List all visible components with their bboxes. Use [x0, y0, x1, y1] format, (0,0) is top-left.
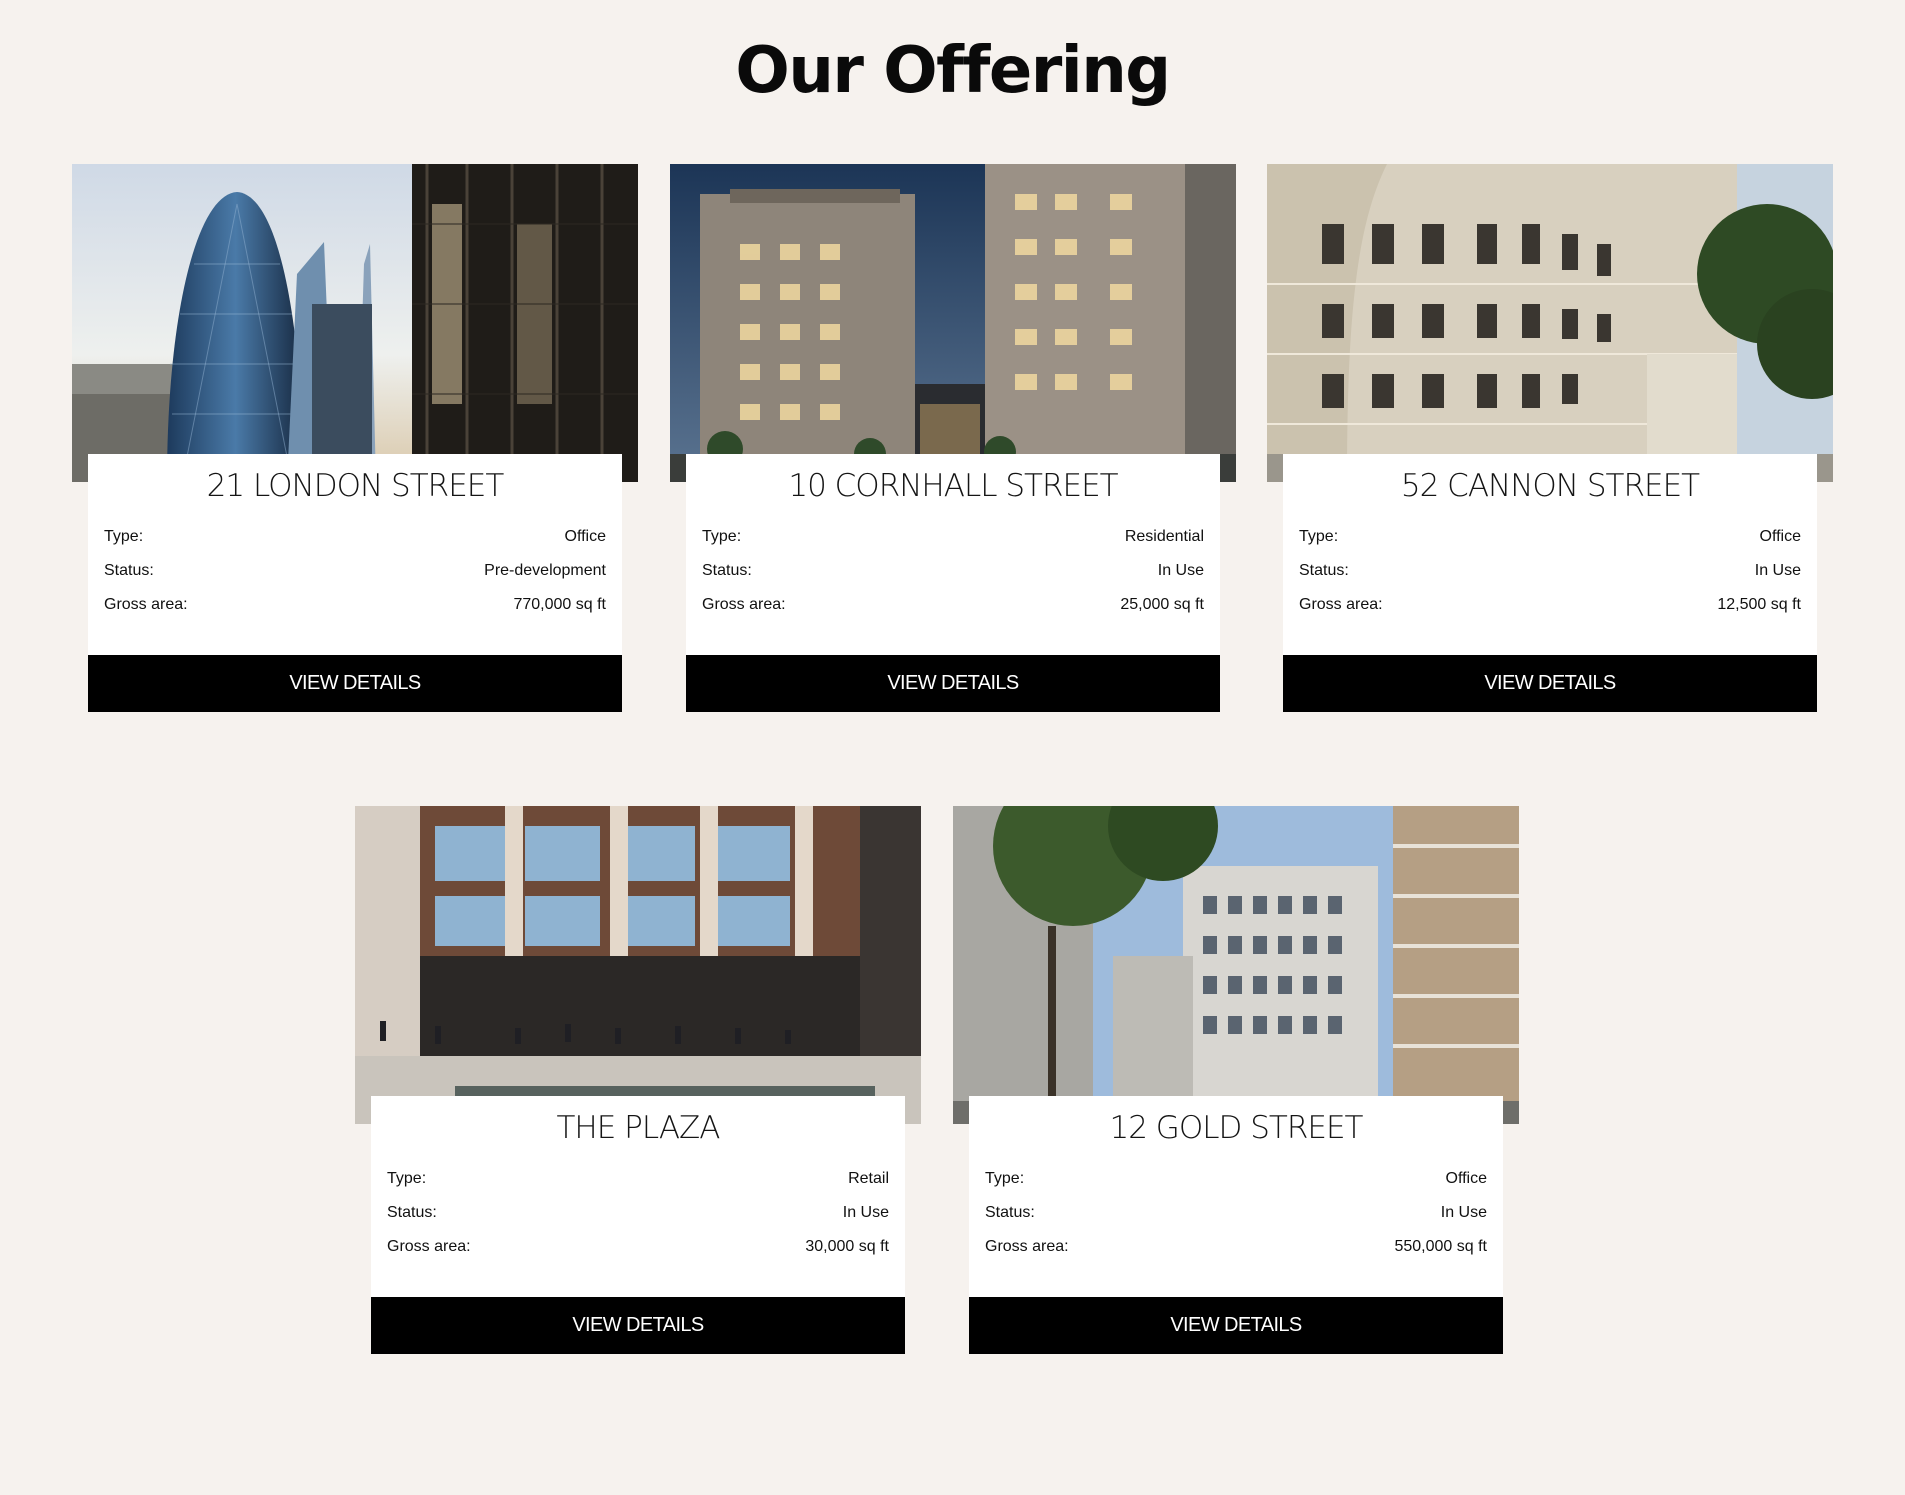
spec-label: Status:: [387, 1204, 437, 1221]
spec-label: Gross area:: [1299, 596, 1383, 613]
spec-row-status: Status: In Use: [702, 560, 1204, 582]
spec-label: Status:: [985, 1204, 1035, 1221]
spec-row-gross-area: Gross area: 30,000 sq ft: [387, 1236, 889, 1258]
spec-label: Type:: [104, 528, 144, 545]
view-details-button[interactable]: VIEW DETAILS: [969, 1297, 1503, 1354]
spec-value: In Use: [1440, 1204, 1487, 1221]
spec-label: Type:: [1299, 528, 1339, 545]
spec-label: Gross area:: [702, 596, 786, 613]
property-card: 52 CANNON STREET Type: Office Status: In…: [1267, 164, 1833, 712]
spec-value: Residential: [1124, 528, 1204, 545]
spec-label: Type:: [702, 528, 742, 545]
property-name: 21 LONDON STREET: [206, 468, 505, 504]
spec-value: 25,000 sq ft: [1120, 596, 1204, 613]
property-image-office-plaza[interactable]: [355, 806, 921, 1124]
view-details-button[interactable]: VIEW DETAILS: [88, 655, 622, 712]
spec-value: In Use: [842, 1204, 889, 1221]
property-panel: 52 CANNON STREET Type: Office Status: In…: [1283, 454, 1817, 712]
spec-value: Office: [1759, 528, 1802, 545]
spec-value: Pre-development: [484, 562, 606, 579]
property-card: 12 GOLD STREET Type: Office Status: In U…: [953, 806, 1519, 1354]
property-panel: 12 GOLD STREET Type: Office Status: In U…: [969, 1096, 1503, 1354]
spec-row-status: Status: Pre-development: [104, 560, 606, 582]
spec-row-status: Status: In Use: [387, 1202, 889, 1224]
view-details-button[interactable]: VIEW DETAILS: [371, 1297, 905, 1354]
property-panel: THE PLAZA Type: Retail Status: In Use Gr…: [371, 1096, 905, 1354]
spec-row-gross-area: Gross area: 12,500 sq ft: [1299, 594, 1801, 616]
property-card: THE PLAZA Type: Retail Status: In Use Gr…: [355, 806, 921, 1354]
spec-value: 30,000 sq ft: [805, 1238, 889, 1255]
spec-value: 550,000 sq ft: [1394, 1238, 1487, 1255]
property-name: 52 CANNON STREET: [1400, 468, 1700, 504]
property-panel: 10 CORNHALL STREET Type: Residential Sta…: [686, 454, 1220, 712]
spec-row-gross-area: Gross area: 770,000 sq ft: [104, 594, 606, 616]
property-image-city-skyline[interactable]: [72, 164, 638, 482]
property-card: 21 LONDON STREET Type: Office Status: Pr…: [72, 164, 638, 712]
spec-row-status: Status: In Use: [1299, 560, 1801, 582]
spec-value: Office: [564, 528, 607, 545]
spec-row-gross-area: Gross area: 550,000 sq ft: [985, 1236, 1487, 1258]
spec-row-type: Type: Retail: [387, 1168, 889, 1190]
spec-label: Status:: [702, 562, 752, 579]
spec-row-gross-area: Gross area: 25,000 sq ft: [702, 594, 1204, 616]
view-details-button[interactable]: VIEW DETAILS: [1283, 655, 1817, 712]
spec-value: Office: [1445, 1170, 1488, 1187]
spec-label: Gross area:: [985, 1238, 1069, 1255]
spec-label: Gross area:: [104, 596, 188, 613]
page-title: Our Offering: [735, 34, 1171, 108]
property-panel: 21 LONDON STREET Type: Office Status: Pr…: [88, 454, 622, 712]
property-name: 12 GOLD STREET: [1109, 1110, 1364, 1146]
spec-label: Status:: [104, 562, 154, 579]
view-details-button[interactable]: VIEW DETAILS: [686, 655, 1220, 712]
spec-row-type: Type: Office: [985, 1168, 1487, 1190]
spec-row-type: Type: Office: [1299, 526, 1801, 548]
property-name: 10 CORNHALL STREET: [788, 468, 1118, 504]
spec-value: In Use: [1754, 562, 1801, 579]
property-image-office-blocks[interactable]: [953, 806, 1519, 1124]
spec-row-type: Type: Residential: [702, 526, 1204, 548]
spec-row-status: Status: In Use: [985, 1202, 1487, 1224]
spec-label: Gross area:: [387, 1238, 471, 1255]
spec-row-type: Type: Office: [104, 526, 606, 548]
spec-value: 770,000 sq ft: [513, 596, 606, 613]
property-name: THE PLAZA: [556, 1110, 720, 1146]
property-card: 10 CORNHALL STREET Type: Residential Sta…: [670, 164, 1236, 712]
spec-value: 12,500 sq ft: [1717, 596, 1801, 613]
spec-value: Retail: [848, 1170, 889, 1187]
spec-label: Status:: [1299, 562, 1349, 579]
spec-value: In Use: [1157, 562, 1204, 579]
spec-label: Type:: [387, 1170, 427, 1187]
property-image-classical-building[interactable]: [1267, 164, 1833, 482]
property-image-residential-blocks[interactable]: [670, 164, 1236, 482]
spec-label: Type:: [985, 1170, 1025, 1187]
